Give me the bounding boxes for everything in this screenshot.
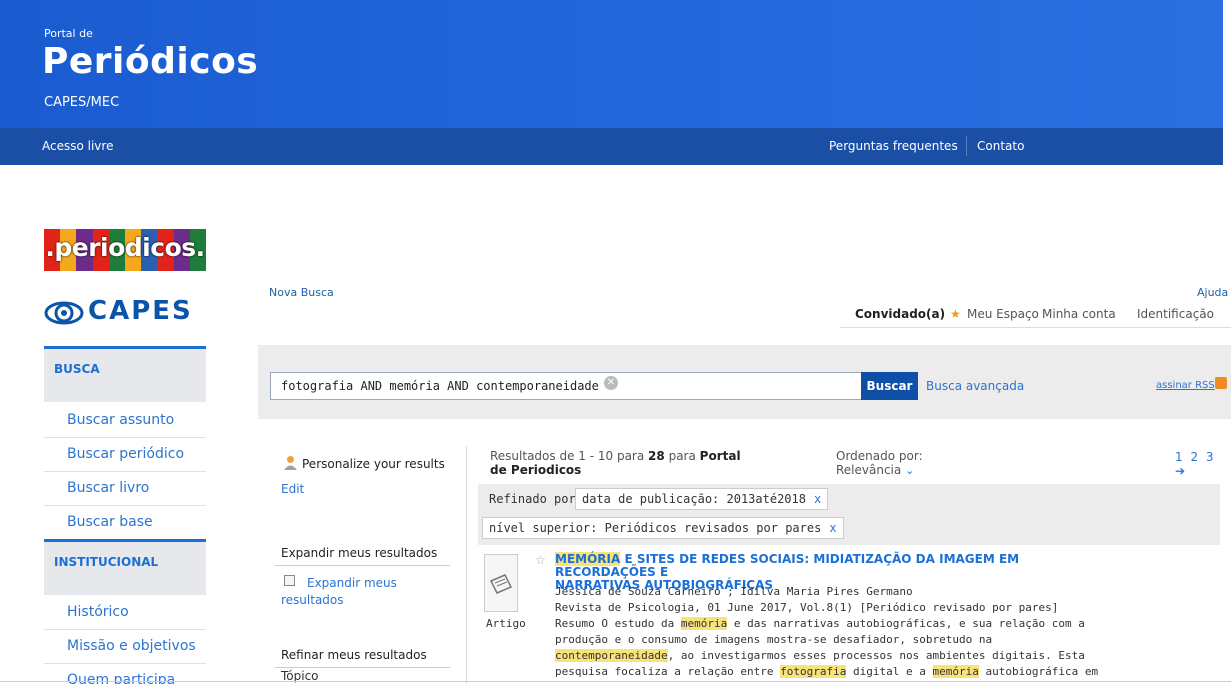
guest-label: Convidado(a) <box>855 307 946 321</box>
portal-subtitle-bottom: CAPES/MEC <box>44 95 120 110</box>
filter-chip-date-text: data de publicação: 2013até2018 <box>582 492 806 506</box>
pagination[interactable]: 1 2 3 ➔ <box>1175 450 1231 478</box>
refined-by-label: Refinado por: <box>489 492 583 506</box>
abs-text: digital e a <box>846 665 933 678</box>
sidebar-section-busca: BUSCA <box>44 346 206 402</box>
meu-espaco-link[interactable]: Meu Espaço <box>967 307 1039 321</box>
result-abstract-line1: Resumo O estudo da memória e das narrati… <box>555 617 1085 630</box>
favorite-star-icon[interactable]: ☆ <box>535 553 546 567</box>
star-icon: ★ <box>950 307 961 321</box>
personalize-label: Personalize your results <box>302 457 445 471</box>
top-navbar: Acesso livre Perguntas frequentes Contat… <box>0 128 1223 165</box>
user-icon <box>284 456 297 470</box>
abs-highlight: fotografia <box>780 665 847 678</box>
result-abstract-line3: contemporaneidade, ao investigarmos esse… <box>555 649 1085 662</box>
result-authors: Jéssica de Souza Carneiro ; Idilva Maria… <box>555 585 913 598</box>
page: Portal de Periódicos CAPES/MEC Acesso li… <box>0 0 1231 684</box>
minha-conta-link[interactable]: Minha conta <box>1042 307 1116 321</box>
sidebar-item-buscar-livro[interactable]: Buscar livro <box>44 472 206 506</box>
advanced-search-link[interactable]: Busca avançada <box>926 379 1024 393</box>
identificacao-link[interactable]: Identificação <box>1137 307 1214 321</box>
capes-eye-icon <box>44 301 84 325</box>
abs-highlight: memória <box>932 665 979 678</box>
search-button[interactable]: Buscar <box>861 372 918 400</box>
results-count-mid: para <box>668 449 696 463</box>
column-divider <box>466 446 467 684</box>
filter-chip-peer-reviewed[interactable]: nível superior: Periódicos revisados por… <box>482 517 844 539</box>
expand-checkbox[interactable] <box>284 575 295 586</box>
expand-results-heading: Expandir meus resultados <box>275 546 450 566</box>
portal-subtitle-top: Portal de <box>44 27 93 40</box>
results-total: 28 <box>648 449 665 463</box>
user-bar: Convidado(a) ★ Meu Espaço Minha conta Id… <box>840 300 1231 328</box>
periodicos-logo-text: .periodicos. <box>45 233 205 262</box>
refine-results-heading: Refinar meus resultados <box>275 648 450 668</box>
nav-acesso-livre[interactable]: Acesso livre <box>42 139 113 153</box>
expand-label-line2[interactable]: resultados <box>281 593 344 607</box>
nav-contato[interactable]: Contato <box>977 139 1024 153</box>
abs-highlight: contemporaneidade <box>555 649 668 662</box>
sidebar-section-institucional: INSTITUCIONAL <box>44 539 206 595</box>
order-select[interactable]: Relevância ⌄ <box>836 463 914 477</box>
capes-logo-text: CAPES <box>88 296 193 326</box>
header-banner: Portal de Periódicos CAPES/MEC <box>0 0 1223 128</box>
nav-divider <box>966 136 967 156</box>
abs-text: e das narrativas autobiográficas, e sua … <box>727 617 1085 630</box>
bottom-divider <box>0 681 1231 682</box>
search-input[interactable]: fotografia AND memória AND contemporanei… <box>270 372 862 400</box>
title-highlight: MEMÓRIA <box>555 552 621 566</box>
periodicos-logo[interactable]: .periodicos. <box>44 229 206 271</box>
capes-logo[interactable]: CAPES <box>44 295 209 331</box>
results-source-2: de Periodicos <box>490 463 582 477</box>
sidebar-item-buscar-periodico[interactable]: Buscar periódico <box>44 438 206 472</box>
sidebar-item-buscar-assunto[interactable]: Buscar assunto <box>44 404 206 438</box>
paper-icon <box>489 574 513 594</box>
result-source: Revista de Psicologia, 01 June 2017, Vol… <box>555 601 1059 614</box>
order-value: Relevância <box>836 463 902 477</box>
abs-text: pesquisa focaliza a relação entre <box>555 665 781 678</box>
filter-chip-peer-text: nível superior: Periódicos revisados por… <box>489 521 822 535</box>
remove-chip-icon[interactable]: x <box>814 492 821 506</box>
personalize-edit-link[interactable]: Edit <box>281 482 304 496</box>
rss-link[interactable]: assinar RSS <box>1156 380 1215 391</box>
result-type: Artigo <box>486 617 526 630</box>
results-count: Resultados de 1 - 10 para 28 para Portal… <box>490 449 820 477</box>
expand-label-line1[interactable]: Expandir meus <box>307 576 397 590</box>
abs-highlight: memória <box>680 617 728 630</box>
sidebar-item-missao[interactable]: Missão e objetivos <box>44 630 206 664</box>
results-count-prefix: Resultados de 1 - 10 para <box>490 449 645 463</box>
chevron-down-icon: ⌄ <box>905 464 915 477</box>
rss-icon[interactable] <box>1215 377 1227 389</box>
clear-search-icon[interactable]: ✕ <box>604 376 618 390</box>
result-abstract-line4: pesquisa focaliza a relação entre fotogr… <box>555 665 1098 678</box>
remove-chip-icon[interactable]: x <box>829 521 836 535</box>
portal-logo-title[interactable]: Periódicos <box>42 41 258 82</box>
order-label: Ordenado por: <box>836 449 923 463</box>
title-part-1: E SITES DE REDES SOCIAIS: MIDIATIZAÇÃO D… <box>555 552 1020 579</box>
sidebar-item-buscar-base[interactable]: Buscar base <box>44 506 206 540</box>
abs-text: , ao investigarmos esses processos nos a… <box>667 649 1085 662</box>
filter-chip-date[interactable]: data de publicação: 2013até2018 x <box>575 488 829 510</box>
sidebar-item-historico[interactable]: Histórico <box>44 596 206 630</box>
abs-text: autobiográfica em <box>978 665 1099 678</box>
nav-faq[interactable]: Perguntas frequentes <box>829 139 958 153</box>
result-abstract-line2: produção e o consumo de imagens mostra-s… <box>555 633 993 646</box>
abs-text: Resumo O estudo da <box>555 617 681 630</box>
nova-busca-link[interactable]: Nova Busca <box>269 286 334 299</box>
ajuda-link[interactable]: Ajuda <box>1197 286 1228 299</box>
results-source-1: Portal <box>699 449 741 463</box>
document-icon <box>484 554 518 612</box>
